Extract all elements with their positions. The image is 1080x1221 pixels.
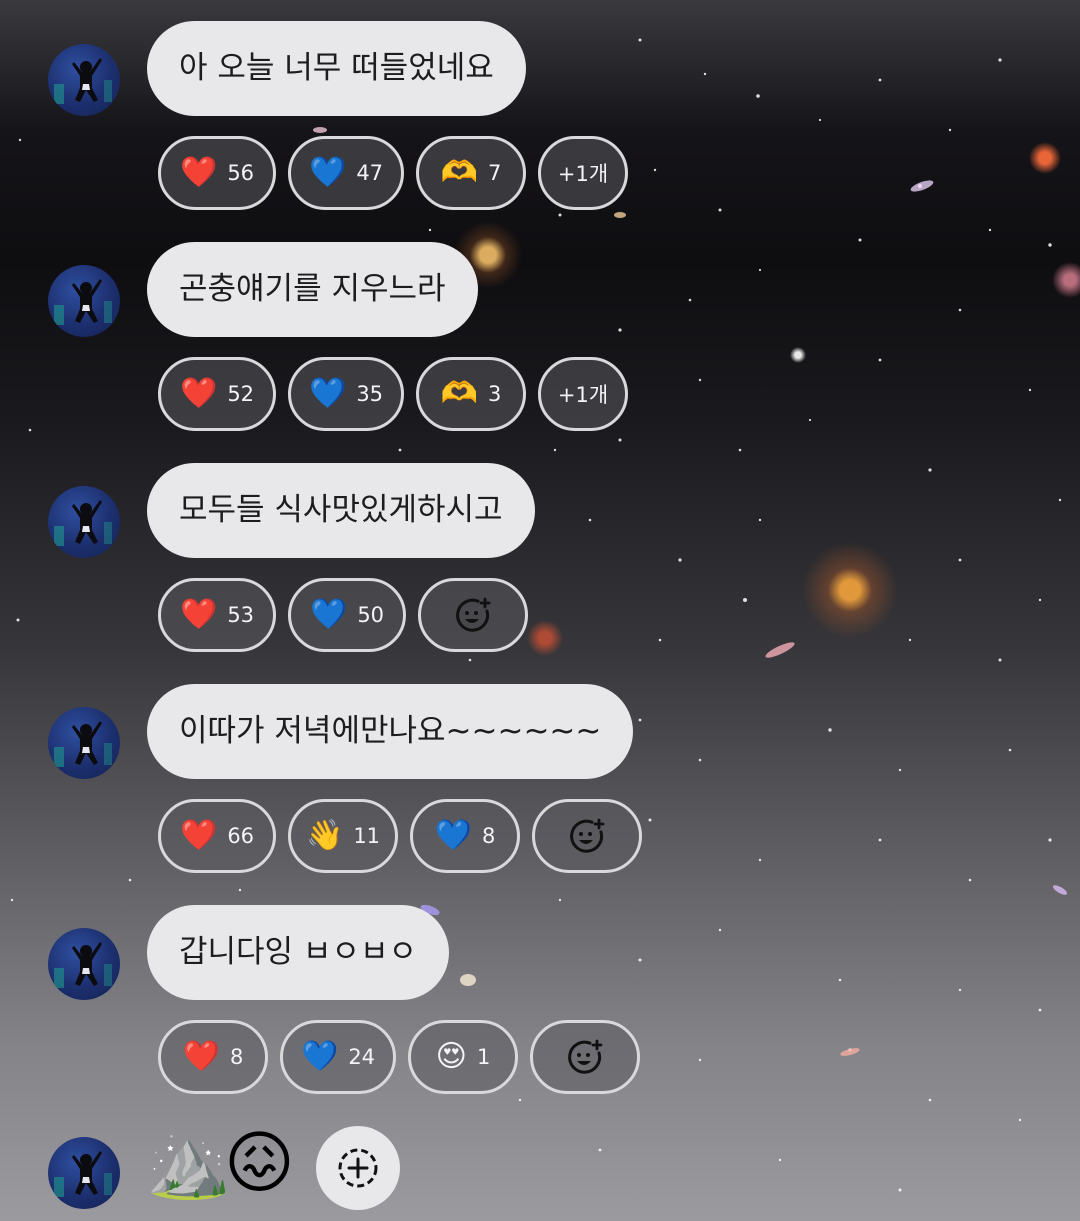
reaction-bar: ❤️ 8 💙 24 😍 1	[158, 1020, 640, 1094]
reaction-heart-eyes[interactable]: 😍 1	[408, 1020, 518, 1094]
avatar[interactable]	[48, 707, 120, 779]
reaction-heart-blue[interactable]: 💙 8	[410, 799, 520, 873]
reaction-heart-blue[interactable]: 💙 47	[288, 136, 404, 210]
more-reactions-button[interactable]: +1개	[538, 136, 628, 210]
add-emoji-icon	[570, 818, 605, 853]
heart-eyes-icon: 😍	[435, 1039, 467, 1074]
person-silhouette-icon	[54, 279, 112, 325]
more-reactions-button[interactable]: +1개	[538, 357, 628, 431]
message-bubble[interactable]: 아 오늘 너무 떠들었네요	[147, 21, 526, 116]
reaction-count: 52	[227, 382, 255, 406]
confounded-face-icon[interactable]: 😖	[224, 1130, 295, 1198]
reaction-count: 7	[487, 161, 502, 185]
heart-blue-icon: 💙	[308, 376, 347, 411]
mountain-icon[interactable]: ⛰️	[146, 1130, 231, 1198]
add-reaction-button[interactable]	[418, 578, 528, 652]
heart-blue-icon: 💙	[434, 818, 472, 853]
reaction-heart-red[interactable]: ❤️ 8	[158, 1020, 268, 1094]
reaction-count: 3	[487, 382, 502, 406]
more-reactions-label: +1개	[557, 383, 609, 407]
more-reactions-label: +1개	[557, 162, 609, 186]
reaction-heart-blue[interactable]: 💙 50	[288, 578, 406, 652]
reaction-heart-red[interactable]: ❤️ 66	[158, 799, 276, 873]
avatar[interactable]	[48, 1137, 120, 1209]
heart-red-icon: ❤️	[179, 155, 218, 190]
heart-blue-icon: 💙	[300, 1039, 339, 1074]
reaction-heart-blue[interactable]: 💙 24	[280, 1020, 396, 1094]
reaction-bar: ❤️ 52 💙 35 🫶 3 +1개	[158, 357, 628, 431]
reaction-bar: ❤️ 53 💙 50	[158, 578, 528, 652]
heart-red-icon: ❤️	[179, 376, 218, 411]
reaction-bar: ❤️ 56 💙 47 🫶 7 +1개	[158, 136, 628, 210]
avatar[interactable]	[48, 486, 120, 558]
reaction-count: 53	[227, 603, 255, 627]
add-emoji-icon	[456, 597, 491, 632]
avatar[interactable]	[48, 265, 120, 337]
reaction-heart-red[interactable]: ❤️ 56	[158, 136, 276, 210]
heart-hands-icon: 🫶	[440, 376, 478, 411]
heart-red-icon: ❤️	[179, 597, 218, 632]
reaction-count: 35	[356, 382, 384, 406]
reaction-count: 50	[357, 603, 385, 627]
reaction-count: 24	[348, 1045, 376, 1069]
reaction-heart-hands[interactable]: 🫶 7	[416, 136, 526, 210]
avatar[interactable]	[48, 44, 120, 116]
avatar[interactable]	[48, 928, 120, 1000]
message-bubble[interactable]: 이따가 저녁에만나요~~~~~~	[147, 684, 634, 779]
reaction-bar: ❤️ 66 👋 11 💙 8	[158, 799, 642, 873]
reaction-count: 8	[481, 824, 496, 848]
reaction-count: 66	[227, 824, 255, 848]
reaction-heart-red[interactable]: ❤️ 53	[158, 578, 276, 652]
person-silhouette-icon	[54, 500, 112, 546]
person-silhouette-icon	[54, 1151, 112, 1197]
reaction-heart-hands[interactable]: 🫶 3	[416, 357, 526, 431]
person-silhouette-icon	[54, 942, 112, 988]
reaction-heart-red[interactable]: ❤️ 52	[158, 357, 276, 431]
add-circle-icon	[338, 1148, 378, 1188]
heart-blue-icon: 💙	[309, 597, 348, 632]
add-reaction-button[interactable]	[530, 1020, 640, 1094]
heart-red-icon: ❤️	[179, 818, 218, 853]
message-bubble[interactable]: 갑니다잉 ㅂㅇㅂㅇ	[147, 905, 450, 1000]
reaction-waving-hand[interactable]: 👋 11	[288, 799, 398, 873]
reaction-count: 1	[476, 1045, 491, 1069]
reaction-count: 47	[356, 161, 384, 185]
reaction-count: 56	[227, 161, 255, 185]
heart-hands-icon: 🫶	[440, 155, 478, 190]
message-bubble[interactable]: 모두들 식사맛있게하시고	[147, 463, 535, 558]
add-emoji-icon	[568, 1039, 603, 1074]
add-reaction-button[interactable]	[316, 1126, 400, 1210]
person-silhouette-icon	[54, 721, 112, 767]
reaction-heart-blue[interactable]: 💙 35	[288, 357, 404, 431]
heart-red-icon: ❤️	[182, 1039, 220, 1074]
person-silhouette-icon	[54, 58, 112, 104]
message-bubble[interactable]: 곤충얘기를 지우느라	[147, 242, 478, 337]
add-reaction-button[interactable]	[532, 799, 642, 873]
waving-hand-icon: 👋	[305, 818, 344, 853]
reaction-count: 8	[229, 1045, 244, 1069]
reaction-count: 11	[353, 824, 381, 848]
heart-blue-icon: 💙	[308, 155, 347, 190]
